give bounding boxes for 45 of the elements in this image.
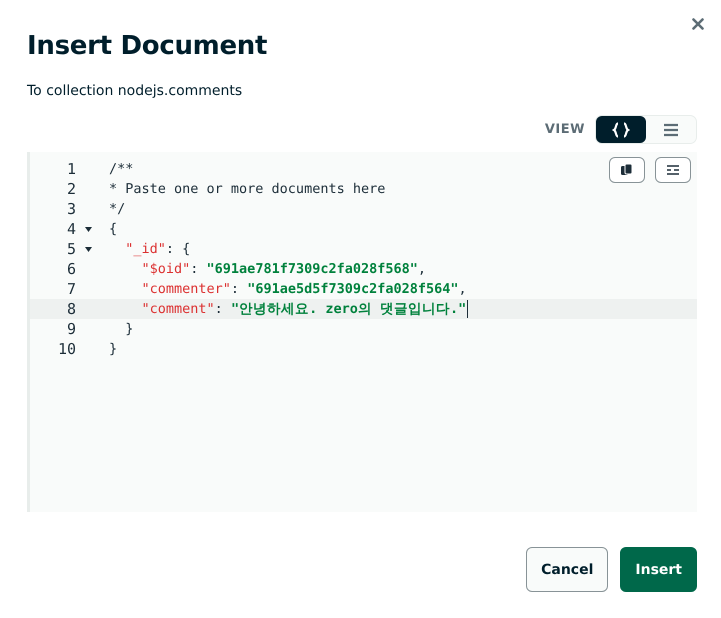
cancel-button[interactable]: Cancel: [526, 547, 608, 592]
code-token: "691ae5d5f7309c2fa028f564": [247, 280, 459, 299]
line-number: 8: [66, 299, 76, 319]
code-token: ,: [418, 260, 426, 279]
code-token: :: [230, 280, 240, 299]
code-editor[interactable]: 1 /** 2 * Paste one or more documents here 3 */ 4 { 5 "_id": { 6 "$oid": "691ae781f7309c2fa028f568", 7 "commenter": "691ae5d5f7309c2fa028f564", 8 "comment": "안녕하세요. zero의 댓글입니다." 9 } 10 }: [27, 152, 697, 512]
code-token: }: [124, 320, 134, 339]
braces-icon: [612, 122, 630, 138]
code-token: ,: [458, 280, 467, 299]
line-number: 9: [66, 319, 76, 339]
view-toggle[interactable]: [595, 115, 697, 144]
code-token: :: [190, 260, 200, 279]
code-token: "commenter": [140, 280, 231, 299]
code-token: "_id": [124, 240, 166, 259]
list-icon: [663, 122, 679, 136]
fold-caret-icon[interactable]: [85, 246, 92, 252]
code-token: /**: [109, 160, 134, 179]
copy-icon[interactable]: [609, 157, 645, 183]
line-number: 3: [66, 199, 76, 219]
collection-subtitle: To collection nodejs.comments: [27, 82, 244, 101]
line-number: 10: [56, 339, 76, 359]
close-icon[interactable]: [692, 18, 704, 30]
line-number: 4: [66, 219, 76, 239]
fold-caret-icon[interactable]: [85, 226, 92, 232]
text-cursor: [467, 300, 468, 318]
code-token: : {: [166, 240, 190, 259]
code-token: }: [109, 340, 118, 359]
line-number: 5: [66, 239, 76, 259]
insert-button[interactable]: Insert: [620, 547, 697, 592]
line-number: 7: [66, 279, 76, 299]
code-token: :: [214, 300, 224, 319]
code-token: "691ae781f7309c2fa028f568": [206, 260, 418, 279]
code-token: */: [109, 200, 126, 219]
code-token: "$oid": [140, 260, 190, 279]
dialog-title: Insert Document: [27, 30, 268, 63]
line-number: 2: [66, 179, 76, 199]
line-number: 6: [66, 259, 76, 279]
code-token: * Paste one or more documents here: [109, 180, 386, 199]
code-token: "안녕하세요. zero의 댓글입니다.": [230, 300, 466, 319]
code-token: "comment": [140, 300, 215, 319]
line-number: 1: [66, 159, 76, 179]
settings-icon[interactable]: [655, 157, 691, 183]
json-view-button[interactable]: [596, 116, 646, 143]
view-label: VIEW: [544, 122, 585, 137]
code-token: {: [109, 220, 118, 239]
